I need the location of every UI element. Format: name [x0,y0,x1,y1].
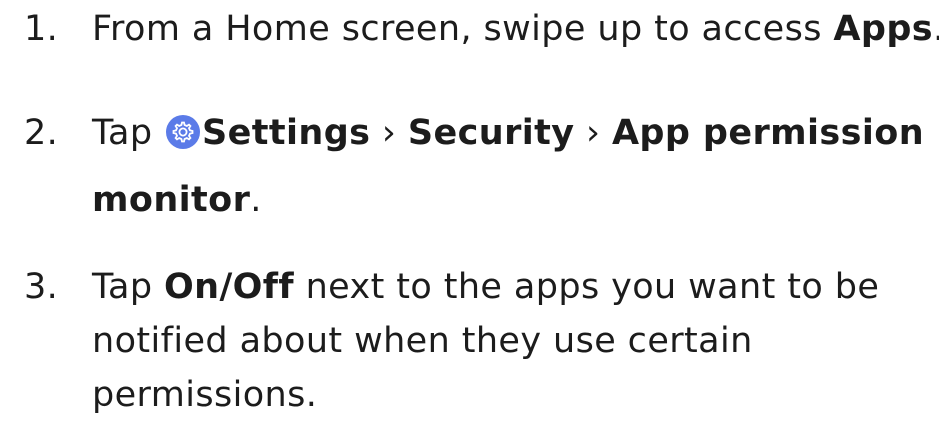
step-text-plain: Tap [92,113,164,153]
period: . [933,9,939,49]
step-line: notified about when they use certain [92,321,753,361]
step-number: 1. [24,9,59,49]
separator: › [574,113,612,153]
period: . [250,180,262,220]
step-line: Tap On/Off next to the apps you want to … [92,260,932,314]
step-text-plain: Tap [92,267,164,307]
step-text-plain: From a Home screen, swipe up to access [92,9,834,49]
monitor-label: monitor [92,180,251,220]
separator: › [370,113,408,153]
apps-label: Apps [833,9,934,49]
step-line: Tap Settings › Security › App permission [92,106,932,160]
step-number: 3. [24,267,59,307]
step-text: Tap Settings › Security › App permission… [92,106,932,227]
step-text: From a Home screen, swipe up to access A… [92,2,939,56]
step-number: 2. [24,113,59,153]
on-off-label: On/Off [163,267,295,307]
security-label: Security [407,113,575,153]
step-line: From a Home screen, swipe up to access A… [92,2,939,56]
app-permission-label: App permission [611,113,925,153]
settings-label: Settings [201,113,371,153]
step-line: permissions. [92,375,318,415]
step-text-plain: next to the apps you want to be [294,267,880,307]
settings-gear-icon [165,115,200,149]
step-line: monitor. [92,173,932,227]
step-text: Tap On/Off next to the apps you want to … [92,260,932,422]
